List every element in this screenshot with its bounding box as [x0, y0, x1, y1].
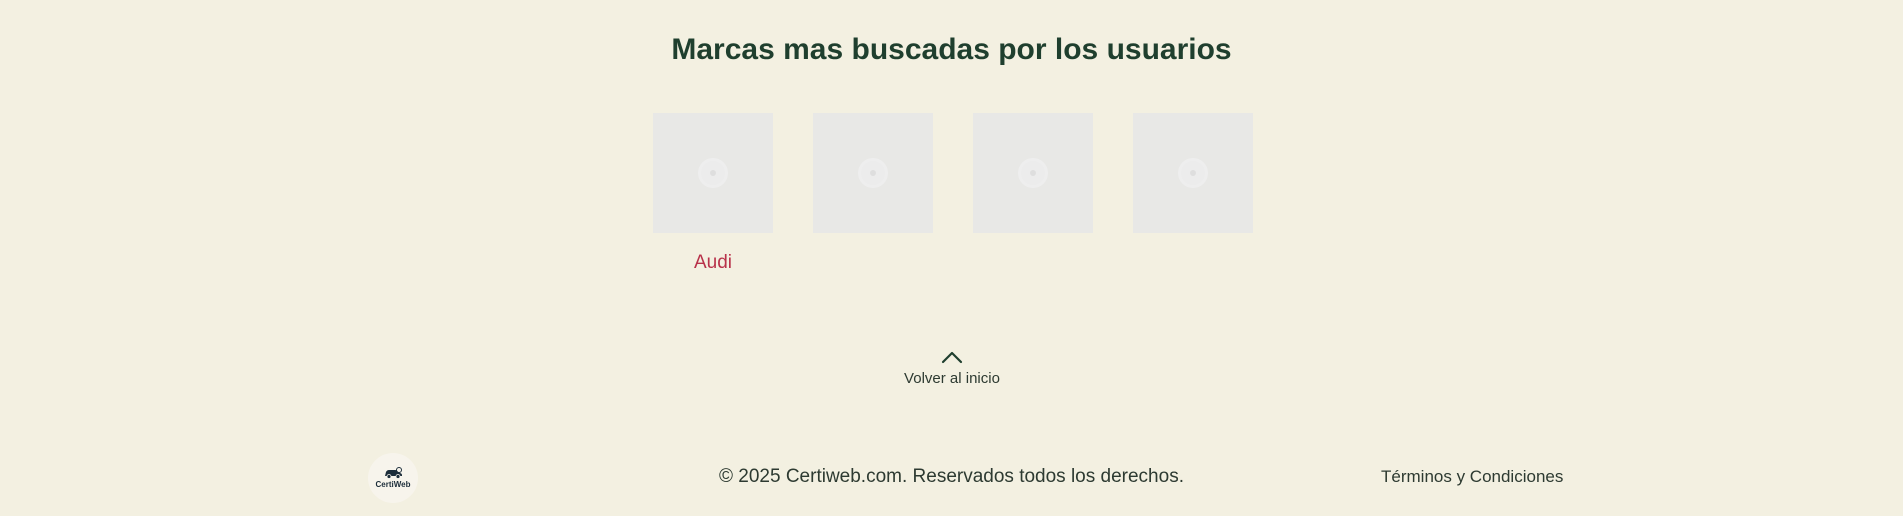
image-placeholder-icon	[701, 161, 725, 185]
brand-name: Audi	[693, 252, 733, 273]
section-title: Marcas mas buscadas por los usuarios	[671, 33, 1232, 66]
brand-image	[813, 113, 933, 233]
brand-image	[1133, 113, 1253, 233]
brand-card[interactable]: Audi	[653, 113, 773, 274]
image-placeholder-icon	[1181, 161, 1205, 185]
brand-card[interactable]	[813, 113, 933, 274]
chevron-up-icon	[941, 351, 963, 364]
terms-link[interactable]: Términos y Condiciones	[1381, 467, 1563, 487]
back-to-top-label: Volver al inicio	[904, 370, 1000, 387]
back-to-top-button[interactable]: Volver al inicio	[852, 350, 1052, 387]
brand-image	[653, 113, 773, 233]
brand-card[interactable]	[1133, 113, 1253, 274]
image-placeholder-icon	[1021, 161, 1045, 185]
brand-image	[973, 113, 1093, 233]
image-placeholder-icon	[861, 161, 885, 185]
brand-card[interactable]	[973, 113, 1093, 274]
brand-list: Audi	[653, 113, 1253, 274]
copyright-text: © 2025 Certiweb.com. Reservados todos lo…	[719, 466, 1184, 487]
